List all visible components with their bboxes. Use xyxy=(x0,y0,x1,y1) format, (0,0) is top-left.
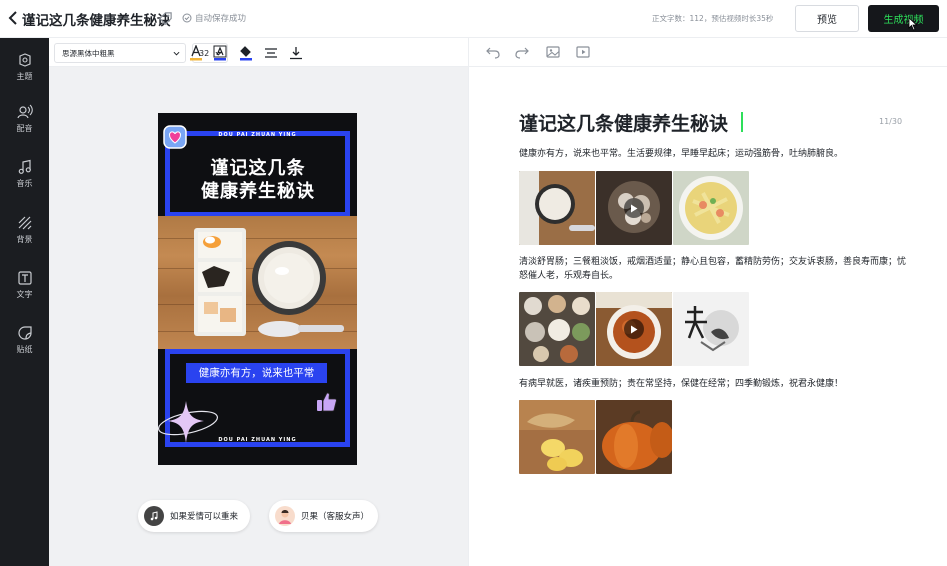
insert-image-icon[interactable] xyxy=(545,44,561,60)
chevron-down-icon xyxy=(173,51,180,56)
poster-caption[interactable]: 健康亦有方，说来也平常 xyxy=(186,363,327,383)
play-icon[interactable] xyxy=(624,198,644,218)
media-thumbnail-video[interactable] xyxy=(596,171,672,245)
align-center-button[interactable] xyxy=(262,43,280,63)
video-poster-preview[interactable]: DOU PAI ZHUAN YING DOU PAI ZHUAN YING 谨记… xyxy=(158,113,357,465)
font-color-icon xyxy=(190,45,202,61)
mouse-cursor-icon xyxy=(908,17,918,31)
sidebar-item-label: 文字 xyxy=(16,290,33,299)
background-icon xyxy=(18,216,31,230)
voice-avatar xyxy=(275,506,295,526)
top-bar: 谨记这几条健康养生秘诀 自动保存成功 正文字数：112，预估视频时长35秒 预览… xyxy=(0,0,947,38)
congee-meal-illustration xyxy=(194,228,344,337)
preview-button[interactable]: 预览 xyxy=(795,5,859,32)
document-toolbar xyxy=(468,38,947,67)
background-music-chip[interactable]: 如果爱情可以重来 xyxy=(138,500,250,532)
sparkle-sticker-icon[interactable] xyxy=(158,395,222,447)
media-thumbnail[interactable] xyxy=(519,400,595,474)
sidebar-item-background[interactable]: 背景 xyxy=(0,215,49,255)
sidebar-item-label: 背景 xyxy=(16,235,33,244)
autosave-status: 自动保存成功 xyxy=(182,12,246,24)
back-arrow-icon[interactable] xyxy=(6,9,22,27)
text-icon xyxy=(17,271,32,285)
document-title[interactable]: 谨记这几条健康养生秘诀 xyxy=(22,9,171,29)
align-center-icon xyxy=(265,48,277,58)
paragraph-3[interactable]: 有病早就医，诸疾重预防；贵在常坚持，保健在经常；四季勤锻炼，祝君永健康！ xyxy=(519,377,909,391)
tag-icon[interactable] xyxy=(158,11,173,26)
align-bottom-button[interactable] xyxy=(287,43,305,63)
music-note-icon xyxy=(144,506,164,526)
generate-video-button[interactable]: 生成视频 xyxy=(868,5,939,32)
sidebar-item-label: 主题 xyxy=(16,72,33,81)
align-bottom-icon xyxy=(290,47,302,60)
paragraph-2[interactable]: 清淡舒胃肠；三餐粗淡饭，戒烟酒适量；静心且包容，蓄精防劳伤；交友诉衷肠，善良寿而… xyxy=(519,255,909,283)
voice-icon xyxy=(16,104,33,119)
document-editor[interactable]: 谨记这几条健康养生秘诀 11/30 健康亦有方，说来也平常。生活要规律，早睡早起… xyxy=(468,67,947,566)
media-thumbnail-video[interactable] xyxy=(596,292,672,366)
theme-icon xyxy=(18,53,31,67)
sidebar-item-label: 配音 xyxy=(16,124,33,133)
text-background-button[interactable] xyxy=(211,43,229,63)
word-count: 正文字数：112，预估视频时长35秒 xyxy=(652,14,774,23)
font-color-button[interactable] xyxy=(187,43,205,63)
poster-title[interactable]: 谨记这几条 健康养生秘诀 xyxy=(178,157,338,203)
document-heading[interactable]: 谨记这几条健康养生秘诀 xyxy=(519,109,728,136)
font-family-value: 思源黑体中粗黑 xyxy=(62,48,115,58)
redo-icon[interactable] xyxy=(514,44,530,60)
sidebar: 主题 配音 音乐 背景 文字 贴纸 xyxy=(0,38,49,566)
media-thumbnail[interactable] xyxy=(596,400,672,474)
music-icon xyxy=(18,159,31,174)
sidebar-item-text[interactable]: 文字 xyxy=(0,270,49,310)
sidebar-item-voice[interactable]: 配音 xyxy=(0,104,49,144)
font-family-select[interactable]: 思源黑体中粗黑 xyxy=(54,43,186,63)
sticker-icon xyxy=(17,326,32,340)
music-title: 如果爱情可以重来 xyxy=(170,512,239,522)
play-icon[interactable] xyxy=(624,319,644,339)
autosave-text: 自动保存成功 xyxy=(195,14,247,24)
voice-name: 贝果（客服女声） xyxy=(301,512,370,522)
media-thumbnail[interactable] xyxy=(519,171,595,245)
media-thumbnail[interactable] xyxy=(673,171,749,245)
sidebar-item-sticker[interactable]: 贴纸 xyxy=(0,325,49,365)
paragraph-1[interactable]: 健康亦有方，说来也平常。生活要规律，早睡早起床；运动强筋骨，吐纳肺腑良。 xyxy=(519,147,909,161)
sidebar-item-theme[interactable]: 主题 xyxy=(0,52,49,92)
undo-icon[interactable] xyxy=(485,44,501,60)
heart-sticker-icon[interactable] xyxy=(162,124,188,150)
poster-food-photo xyxy=(158,216,357,349)
voiceover-chip[interactable]: 贝果（客服女声） xyxy=(269,500,378,532)
sidebar-item-label: 贴纸 xyxy=(16,345,33,354)
text-format-toolbar: 思源黑体中粗黑 32 xyxy=(49,38,468,67)
heading-char-counter: 11/30 xyxy=(879,117,903,126)
fill-color-button[interactable] xyxy=(237,43,255,63)
paint-bucket-icon xyxy=(240,46,252,61)
text-caret xyxy=(741,112,743,132)
thumbs-up-sticker-icon[interactable] xyxy=(314,390,338,414)
media-thumbnail[interactable] xyxy=(519,292,595,366)
text-background-icon xyxy=(213,45,227,61)
insert-video-icon[interactable] xyxy=(575,44,591,60)
sidebar-item-music[interactable]: 音乐 xyxy=(0,159,49,199)
check-circle-icon xyxy=(182,13,192,23)
sidebar-item-label: 音乐 xyxy=(16,179,33,188)
media-thumbnail[interactable] xyxy=(673,292,749,366)
